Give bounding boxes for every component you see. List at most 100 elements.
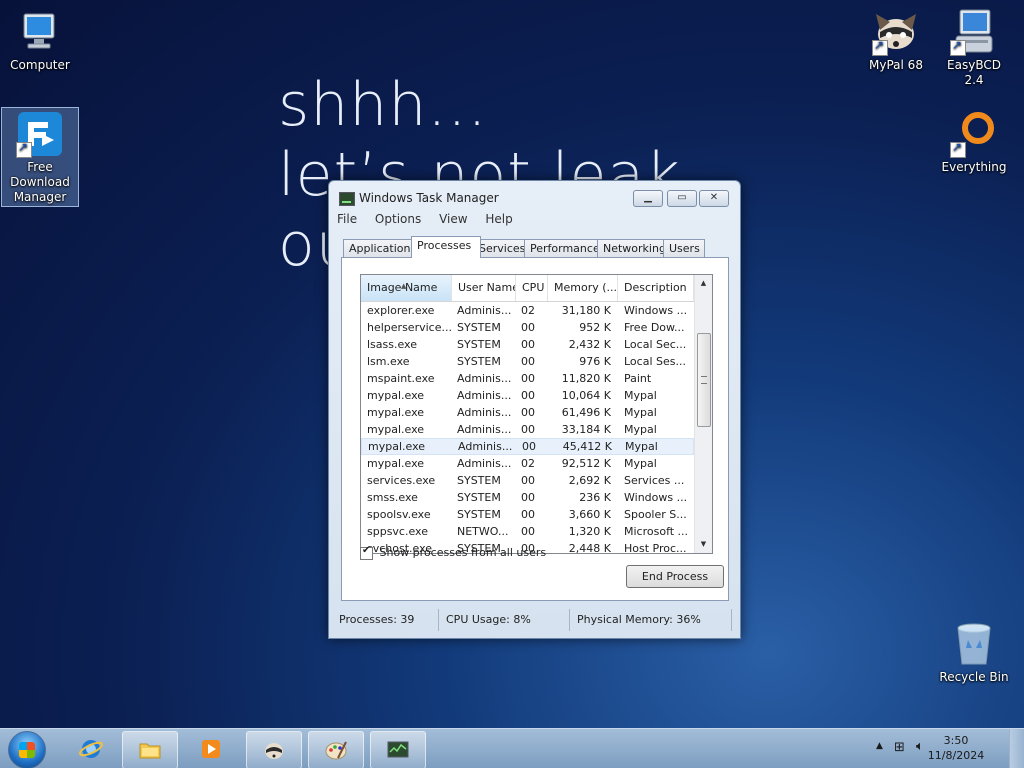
desktop-icon-everything[interactable]: Everything bbox=[936, 110, 1012, 175]
desktop-icon-label: Everything bbox=[941, 160, 1007, 174]
scrollbar-thumb[interactable] bbox=[697, 333, 711, 427]
menu-view[interactable]: View bbox=[439, 212, 467, 226]
show-hidden-icons-icon[interactable]: ▲ bbox=[876, 741, 883, 751]
minimize-button[interactable]: ▁ bbox=[633, 190, 663, 207]
task-manager-icon bbox=[339, 192, 355, 206]
column-cpu[interactable]: CPU bbox=[516, 275, 548, 301]
table-row[interactable]: explorer.exe Adminis... 02 31,180 K Windows … bbox=[361, 302, 694, 319]
close-button[interactable]: ✕ bbox=[699, 190, 729, 207]
user-name-cell: Adminis... bbox=[457, 423, 512, 436]
taskbar: ▲ ⊞ 🔈︎ 3:50 11/8/2024 bbox=[0, 728, 1024, 768]
taskbar-media-player[interactable] bbox=[184, 731, 238, 767]
desktop-icon-computer[interactable]: Computer bbox=[2, 8, 78, 73]
image-name-cell: services.exe bbox=[367, 474, 436, 487]
volume-icon[interactable]: 🔈︎ bbox=[916, 739, 924, 754]
network-icon[interactable]: ⊞ bbox=[894, 740, 905, 755]
easybcd-icon bbox=[950, 8, 998, 56]
status-processes: Processes: 39 bbox=[335, 609, 439, 631]
tab-processes[interactable]: Processes bbox=[411, 236, 481, 258]
column-description[interactable]: Description bbox=[618, 275, 694, 301]
show-all-users-checkbox[interactable] bbox=[360, 545, 373, 560]
description-cell: Local Sec... bbox=[624, 338, 687, 351]
fdm-icon bbox=[16, 110, 64, 158]
scroll-down-arrow-icon[interactable]: ▼ bbox=[695, 536, 712, 553]
tab-applications[interactable]: Applications bbox=[343, 239, 421, 257]
processes-panel: ▲ Image Name User Name CPU Memory (... D… bbox=[341, 257, 729, 601]
table-row[interactable]: mypal.exe Adminis... 00 33,184 K Mypal bbox=[361, 421, 694, 438]
desktop-icon-recycle-bin[interactable]: Recycle Bin bbox=[936, 620, 1012, 685]
image-name-cell: helperservice.... bbox=[367, 321, 451, 334]
table-row[interactable]: mypal.exe Adminis... 00 45,412 K Mypal bbox=[361, 438, 694, 455]
cpu-cell: 00 bbox=[521, 525, 535, 538]
task-manager-window: Windows Task Manager ▁ ▭ ✕ File Options … bbox=[328, 180, 741, 639]
memory-cell: 1,320 K bbox=[568, 525, 611, 538]
image-name-cell: sppsvc.exe bbox=[367, 525, 428, 538]
memory-cell: 2,432 K bbox=[568, 338, 611, 351]
table-row[interactable]: lsass.exe SYSTEM 00 2,432 K Local Sec... bbox=[361, 336, 694, 353]
image-name-cell: smss.exe bbox=[367, 491, 418, 504]
table-row[interactable]: mypal.exe Adminis... 02 92,512 K Mypal bbox=[361, 455, 694, 472]
tab-performance[interactable]: Performance bbox=[524, 239, 600, 257]
user-name-cell: NETWO... bbox=[457, 525, 509, 538]
cpu-cell: 00 bbox=[521, 389, 535, 402]
end-process-button[interactable]: End Process bbox=[626, 565, 724, 588]
description-cell: Free Dow... bbox=[624, 321, 685, 334]
clock-date: 11/8/2024 bbox=[927, 749, 985, 762]
user-name-cell: Adminis... bbox=[457, 304, 512, 317]
table-row[interactable]: mypal.exe Adminis... 00 10,064 K Mypal bbox=[361, 387, 694, 404]
memory-cell: 11,820 K bbox=[561, 372, 611, 385]
description-cell: Mypal bbox=[624, 389, 657, 402]
cpu-cell: 00 bbox=[521, 423, 535, 436]
taskbar-windows-explorer[interactable] bbox=[122, 731, 178, 768]
cpu-cell: 00 bbox=[521, 372, 535, 385]
desktop-icon-free-download-manager[interactable]: Free Download Manager bbox=[1, 107, 79, 207]
status-physical-memory: Physical Memory: 36% bbox=[573, 609, 732, 631]
tab-networking[interactable]: Networking bbox=[597, 239, 669, 257]
menu-help[interactable]: Help bbox=[485, 212, 512, 226]
table-row[interactable]: sppsvc.exe NETWO... 00 1,320 K Microsoft ... bbox=[361, 523, 694, 540]
cpu-cell: 02 bbox=[521, 304, 535, 317]
mypal-icon bbox=[265, 743, 283, 759]
taskbar-task-manager[interactable] bbox=[370, 731, 426, 768]
process-list[interactable]: ▲ Image Name User Name CPU Memory (... D… bbox=[360, 274, 713, 554]
shortcut-arrow-icon bbox=[16, 140, 32, 158]
taskbar-mypal[interactable] bbox=[246, 731, 302, 768]
scroll-up-arrow-icon[interactable]: ▲ bbox=[695, 275, 712, 292]
desktop-icon-label: Computer bbox=[10, 58, 70, 72]
memory-cell: 3,660 K bbox=[568, 508, 611, 521]
task-manager-icon bbox=[387, 741, 409, 758]
internet-explorer-icon bbox=[79, 740, 103, 758]
maximize-button[interactable]: ▭ bbox=[667, 190, 697, 207]
menu-options[interactable]: Options bbox=[375, 212, 421, 226]
tab-services[interactable]: Services bbox=[473, 239, 527, 257]
table-row[interactable]: smss.exe SYSTEM 00 236 K Windows ... bbox=[361, 489, 694, 506]
tab-users[interactable]: Users bbox=[663, 239, 705, 257]
table-row[interactable]: lsm.exe SYSTEM 00 976 K Local Ses... bbox=[361, 353, 694, 370]
clock[interactable]: 3:50 11/8/2024 bbox=[926, 733, 986, 763]
vertical-scrollbar[interactable]: ▲ ▼ bbox=[694, 275, 712, 553]
computer-icon bbox=[16, 8, 64, 56]
table-row[interactable]: helperservice.... SYSTEM 00 952 K Free Dow..… bbox=[361, 319, 694, 336]
taskbar-paint[interactable] bbox=[308, 731, 364, 768]
table-row[interactable]: mypal.exe Adminis... 00 61,496 K Mypal bbox=[361, 404, 694, 421]
column-user-name[interactable]: User Name bbox=[452, 275, 516, 301]
cpu-cell: 00 bbox=[521, 321, 535, 334]
table-row[interactable]: mspaint.exe Adminis... 00 11,820 K Paint bbox=[361, 370, 694, 387]
column-image-name[interactable]: ▲ Image Name bbox=[361, 275, 452, 301]
description-cell: Paint bbox=[624, 372, 652, 385]
cpu-cell: 00 bbox=[521, 355, 535, 368]
desktop-icon-easybcd[interactable]: EasyBCD 2.4 bbox=[936, 8, 1012, 88]
desktop-icon-mypal[interactable]: MyPal 68 bbox=[858, 8, 934, 73]
table-row[interactable]: spoolsv.exe SYSTEM 00 3,660 K Spooler S... bbox=[361, 506, 694, 523]
table-row[interactable]: services.exe SYSTEM 00 2,692 K Services ... bbox=[361, 472, 694, 489]
title-bar[interactable]: Windows Task Manager ▁ ▭ ✕ bbox=[329, 181, 740, 211]
menu-file[interactable]: File bbox=[337, 212, 357, 226]
taskbar-internet-explorer[interactable] bbox=[64, 731, 118, 767]
show-all-users-option[interactable]: Show processes from all users bbox=[360, 545, 546, 560]
show-desktop-button[interactable] bbox=[1009, 729, 1024, 768]
notification-area: ▲ ⊞ 🔈︎ 3:50 11/8/2024 bbox=[864, 729, 1024, 768]
description-cell: Host Proc... bbox=[624, 542, 687, 554]
user-name-cell: SYSTEM bbox=[457, 474, 501, 487]
start-button[interactable] bbox=[8, 731, 46, 768]
column-memory[interactable]: Memory (... bbox=[548, 275, 618, 301]
